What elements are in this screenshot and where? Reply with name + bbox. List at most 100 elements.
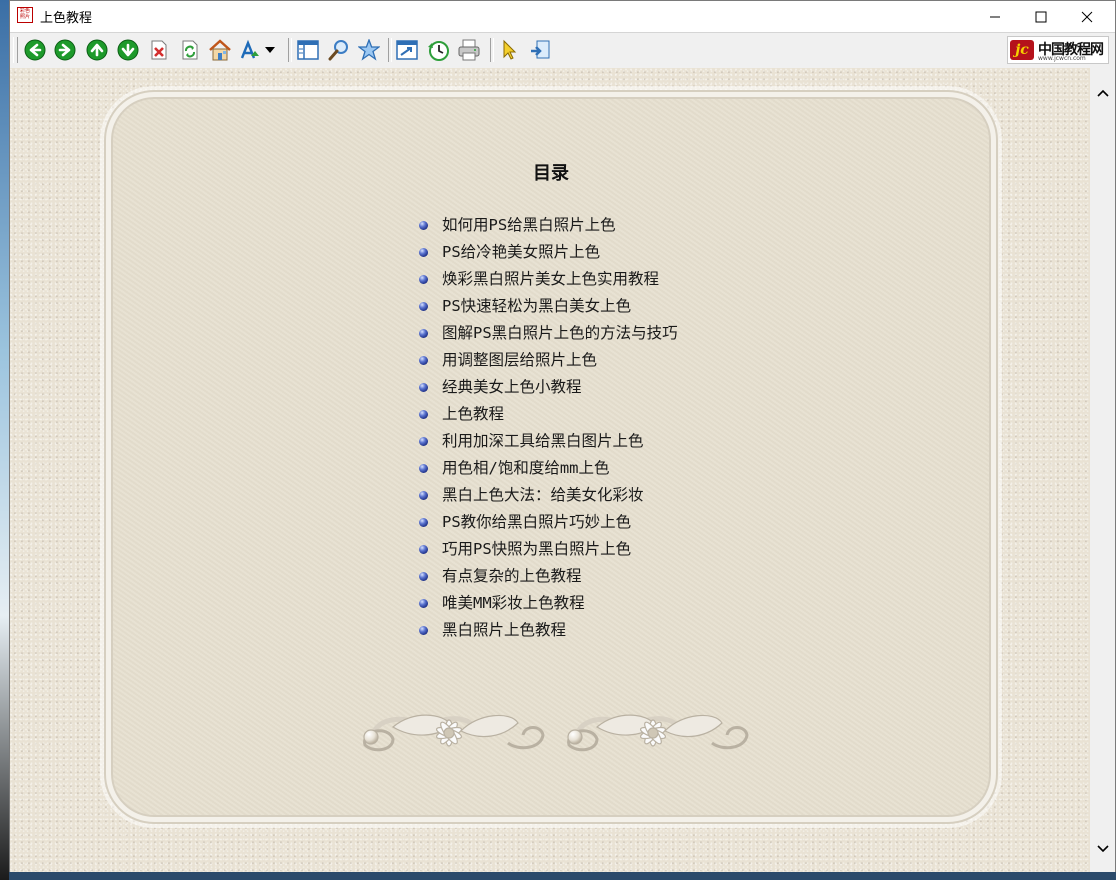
- toc-link-label: PS教你给黑白照片巧妙上色: [442, 513, 632, 531]
- close-icon: [1081, 11, 1093, 22]
- app-icon[interactable]: 彩色照片: [17, 7, 33, 23]
- toolbar-separator: [490, 38, 494, 62]
- bullet-icon: [419, 302, 428, 311]
- font-button[interactable]: [237, 37, 263, 63]
- bullet-icon: [419, 221, 428, 230]
- bullet-icon: [419, 383, 428, 392]
- search-icon: [328, 40, 348, 61]
- close-button[interactable]: [1064, 1, 1110, 32]
- font-icon: [240, 39, 259, 59]
- toc-link[interactable]: 有点复杂的上色教程: [414, 563, 678, 590]
- contents-button[interactable]: [295, 37, 321, 63]
- minimize-icon: [990, 16, 1000, 17]
- table-of-contents: 如何用PS给黑白照片上色 PS给冷艳美女照片上色焕彩黑白照片美女上色实用教程 PS快…: [414, 212, 678, 644]
- toc-link[interactable]: 用调整图层给照片上色: [414, 347, 678, 374]
- desktop-edge: [0, 0, 9, 880]
- toc-link[interactable]: PS给冷艳美女照片上色: [414, 239, 678, 266]
- toc-link-label: PS快速轻松为黑白美女上色: [442, 297, 632, 315]
- bullet-icon: [419, 572, 428, 581]
- toc-link-label: 上色教程: [442, 405, 505, 423]
- logo-url: www.jcwcn.com: [1038, 55, 1086, 62]
- title-bar: 彩色照片 上色教程: [10, 1, 1115, 32]
- toc-link-label: 经典美女上色小教程: [442, 378, 582, 396]
- toc-link[interactable]: PS快速轻松为黑白美女上色: [414, 293, 678, 320]
- toc-link[interactable]: 巧用PS快照为黑白照片上色: [414, 536, 678, 563]
- maximize-button[interactable]: [1018, 1, 1064, 32]
- home-icon: [209, 39, 231, 61]
- toc-link-label: 图解PS黑白照片上色的方法与技巧: [442, 324, 678, 342]
- toc-link-label: 焕彩黑白照片美女上色实用教程: [442, 270, 660, 288]
- print-icon: [458, 39, 480, 61]
- toolbar-separator: [288, 38, 292, 62]
- toc-link[interactable]: PS教你给黑白照片巧妙上色: [414, 509, 678, 536]
- toc-link[interactable]: 上色教程: [414, 401, 678, 428]
- favorites-button[interactable]: [356, 37, 382, 63]
- toolbar-separator: [388, 38, 392, 62]
- help-viewer-window: 彩色照片 上色教程 jc 中国教程网 www.jcwcn.com 目录 如何用P…: [9, 0, 1116, 872]
- forward-button[interactable]: [52, 37, 78, 63]
- toc-link-label: 利用加深工具给黑白图片上色: [442, 432, 644, 450]
- page-title: 目录: [533, 163, 569, 184]
- content-pane: 目录 如何用PS给黑白照片上色 PS给冷艳美女照片上色焕彩黑白照片美女上色实用教程…: [10, 68, 1090, 872]
- app-icon-text: 彩色照片: [19, 8, 30, 20]
- stop-icon: [151, 40, 167, 60]
- logo-mark: jc: [1010, 40, 1034, 60]
- toc-link[interactable]: 黑白照片上色教程: [414, 617, 678, 644]
- toc-link-label: 巧用PS快照为黑白照片上色: [442, 540, 632, 558]
- history-icon: [428, 41, 449, 61]
- floral-ornament: [363, 705, 753, 763]
- toc-link[interactable]: 焕彩黑白照片美女上色实用教程: [414, 266, 678, 293]
- chevron-up-icon: [1096, 89, 1109, 97]
- jump-button[interactable]: [527, 37, 553, 63]
- toc-link-label: 如何用PS给黑白照片上色: [442, 216, 616, 234]
- bullet-icon: [419, 518, 428, 527]
- pointer-button[interactable]: [496, 37, 522, 63]
- scroll-down-button[interactable]: [1090, 836, 1115, 861]
- toc-link-label: 有点复杂的上色教程: [442, 567, 582, 585]
- stop-button[interactable]: [146, 37, 172, 63]
- pointer-icon: [503, 39, 517, 60]
- vertical-scrollbar[interactable]: [1090, 68, 1115, 872]
- bullet-icon: [419, 437, 428, 446]
- font-dropdown-button[interactable]: [263, 37, 277, 63]
- scroll-up-button[interactable]: [1090, 80, 1115, 105]
- maximize-icon: [1035, 11, 1047, 22]
- home-button[interactable]: [207, 37, 233, 63]
- bullet-icon: [419, 464, 428, 473]
- up-button[interactable]: [84, 37, 110, 63]
- toolbar-grip[interactable]: [13, 37, 18, 63]
- back-arrow-icon: [24, 39, 46, 61]
- print-button[interactable]: [456, 37, 482, 63]
- toc-link[interactable]: 黑白上色大法：给美女化彩妆: [414, 482, 678, 509]
- locate-icon: [396, 40, 418, 60]
- minimize-button[interactable]: [972, 1, 1018, 32]
- bullet-icon: [419, 410, 428, 419]
- toc-link[interactable]: 唯美MM彩妆上色教程: [414, 590, 678, 617]
- toc-link[interactable]: 经典美女上色小教程: [414, 374, 678, 401]
- down-button[interactable]: [115, 37, 141, 63]
- favorites-icon: [358, 39, 380, 61]
- locate-button[interactable]: [394, 37, 420, 63]
- refresh-button[interactable]: [177, 37, 203, 63]
- toc-link-label: 黑白上色大法：给美女化彩妆: [442, 486, 644, 504]
- bullet-icon: [419, 545, 428, 554]
- toc-link[interactable]: 利用加深工具给黑白图片上色: [414, 428, 678, 455]
- up-arrow-icon: [86, 39, 108, 61]
- toc-link-label: 用调整图层给照片上色: [442, 351, 598, 369]
- contents-icon: [297, 40, 319, 60]
- search-button[interactable]: [326, 37, 352, 63]
- toc-link-label: 用色相/饱和度给mm上色: [442, 459, 610, 477]
- bullet-icon: [419, 248, 428, 257]
- bullet-icon: [419, 329, 428, 338]
- back-button[interactable]: [22, 37, 48, 63]
- forward-arrow-icon: [54, 39, 76, 61]
- site-logo: jc 中国教程网 www.jcwcn.com: [1007, 36, 1109, 64]
- bullet-icon: [419, 356, 428, 365]
- refresh-icon: [182, 40, 198, 60]
- toc-link[interactable]: 图解PS黑白照片上色的方法与技巧: [414, 320, 678, 347]
- chevron-down-icon: [265, 47, 275, 53]
- toc-link[interactable]: 用色相/饱和度给mm上色: [414, 455, 678, 482]
- toc-link[interactable]: 如何用PS给黑白照片上色: [414, 212, 678, 239]
- window-title: 上色教程: [40, 11, 93, 26]
- history-button[interactable]: [425, 37, 451, 63]
